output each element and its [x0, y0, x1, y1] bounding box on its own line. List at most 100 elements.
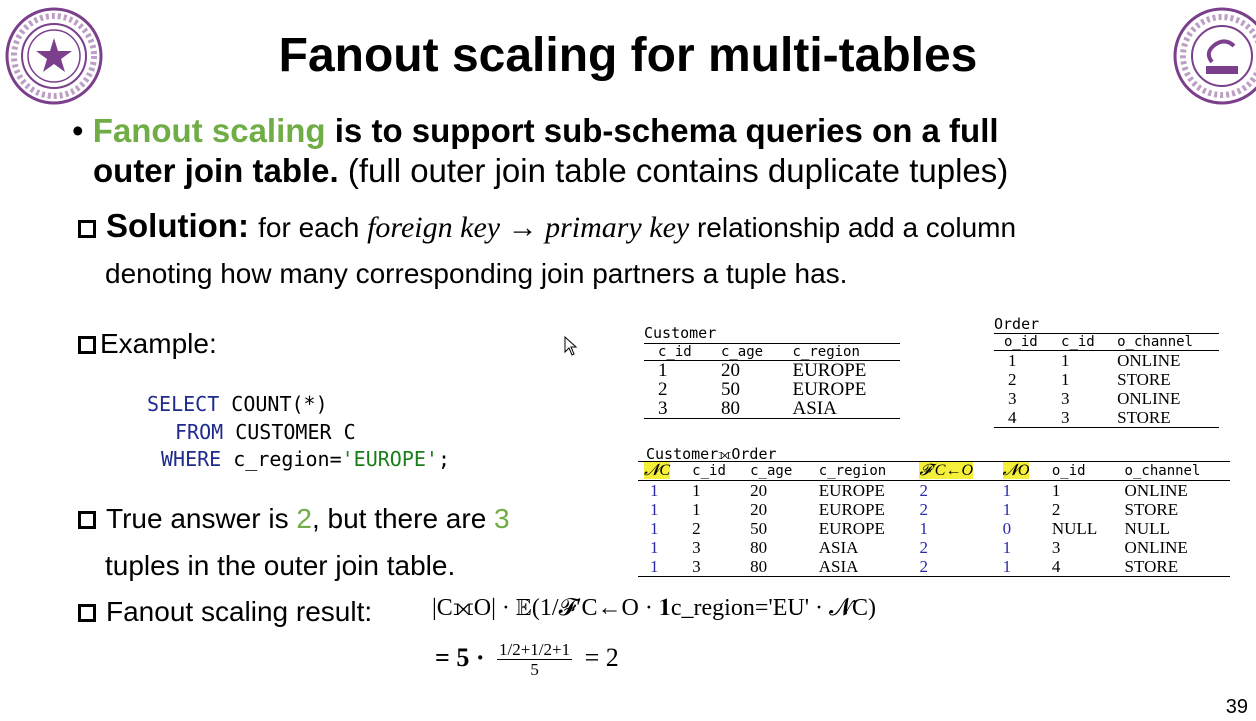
table-cell: NULL [1051, 519, 1098, 538]
table-cell: 1 [650, 481, 659, 500]
table-cell: STORE [1117, 370, 1171, 389]
table-cell: ASIA [792, 398, 837, 419]
table-cell: STORE [1124, 557, 1179, 576]
nc-header: 𝓝C [644, 462, 670, 479]
table-cell: 80 [750, 538, 768, 557]
table-cell: 3 [1061, 389, 1070, 408]
sql-text: CUSTOMER C [223, 420, 356, 444]
table-cell: EUROPE [792, 360, 867, 381]
column-header: o_channel [1118, 461, 1230, 481]
sql-text: c_region= [221, 447, 342, 471]
checkbox-square-icon [78, 604, 96, 622]
table-cell: 1 [650, 538, 659, 557]
table-cell: 3 [692, 557, 701, 576]
column-header: 𝓝O [996, 461, 1046, 481]
column-header: c_id [1055, 333, 1112, 351]
column-header: c_id [644, 343, 715, 361]
checkbox-square-icon [78, 220, 96, 238]
table-cell: 4 [1008, 408, 1017, 427]
table-cell: ONLINE [1117, 351, 1181, 370]
page-title: Fanout scaling for multi-tables [278, 29, 978, 82]
table-cell: 1 [692, 500, 701, 519]
sql-line-1: SELECT COUNT(*) [147, 392, 328, 416]
table-cell: 20 [720, 360, 740, 381]
table-cell: 1 [1002, 500, 1012, 519]
table-cell: 1 [919, 519, 928, 538]
table-row: 2 50 EUROPE [644, 380, 900, 399]
table-cell: STORE [1124, 500, 1179, 519]
column-header: c_age [744, 461, 813, 481]
table-cell: 2 [1051, 500, 1061, 519]
bullet-bold-text: is to support sub-schema queries on a fu… [325, 112, 999, 149]
fanout-scaling-highlight: Fanout scaling [92, 112, 326, 149]
customer-table-caption: Customer [644, 324, 717, 342]
table-cell: 3 [692, 538, 701, 557]
table-cell: 20 [750, 481, 768, 500]
sql-keyword: WHERE [161, 447, 222, 471]
true-answer-line2: tuples in the outer join table. [105, 550, 456, 581]
customer-table: c_id c_age c_region 1 20 EUROPE 2 50 EUROPE … [644, 343, 900, 419]
fanout-formula: |C⟗O| · 𝔼(1/𝓕′C←O · 𝟏c_region='EU' · 𝓝C) [432, 595, 877, 621]
solution-label: Solution: [106, 207, 249, 244]
table-cell: ONLINE [1124, 481, 1188, 500]
table-cell: EUROPE [792, 379, 867, 400]
table-cell: ASIA [818, 557, 859, 576]
column-header: 𝓕′C←O [913, 461, 997, 481]
table-cell: 1 [1061, 370, 1070, 389]
fraction-denominator: 5 [530, 660, 539, 679]
sql-keyword: SELECT [147, 392, 220, 416]
formula-result: = 2 [584, 642, 619, 672]
table-cell: 2 [658, 379, 668, 400]
table-row: 1 1 20 EUROPE 2 1 2 STORE [638, 500, 1230, 519]
solution-math: foreign key → primary key [367, 211, 690, 244]
example-line: Example: [78, 328, 217, 360]
bullet-dot: • [72, 112, 93, 149]
fanout-result-line: Fanout scaling result: [78, 596, 372, 628]
solution-line: Solution: for each foreign key → primary… [78, 207, 1016, 245]
table-cell: 1 [1002, 538, 1012, 557]
table-cell: EUROPE [818, 500, 885, 519]
checkbox-square-icon [78, 336, 96, 354]
formula-eq: = 5 · [435, 642, 485, 672]
table-cell: 2 [692, 519, 701, 538]
column-header: c_region [786, 343, 900, 361]
table-cell: 50 [720, 379, 740, 400]
table-cell: 20 [750, 500, 768, 519]
sql-keyword: FROM [175, 420, 224, 444]
checkbox-square-icon [78, 511, 96, 529]
column-header: c_region [812, 461, 914, 481]
table-cell: 2 [919, 538, 928, 557]
table-cell: 80 [750, 557, 768, 576]
order-table: o_id c_id o_channel 1 1 ONLINE 2 1 STORE 33O… [994, 333, 1219, 428]
table-cell: 1 [658, 360, 668, 381]
true-answer-text: , but there are [311, 503, 495, 534]
solution-text-before: for each [258, 212, 368, 243]
table-row: 3 80 ASIA [644, 399, 900, 419]
table-cell: EUROPE [818, 519, 885, 538]
table-cell: 50 [750, 519, 768, 538]
true-answer-count: 2 [296, 503, 312, 534]
table-row: 1 2 50 EUROPE 1 0 NULL NULL [638, 519, 1230, 538]
sql-string: 'EUROPE' [341, 447, 438, 471]
table-row: 1 1 20 EUROPE 2 1 1 ONLINE [638, 481, 1230, 501]
formula-fraction: 1/2+1/2+1 5 [497, 640, 573, 680]
true-answer-text: True answer is [106, 503, 297, 534]
table-cell: 1 [650, 519, 659, 538]
fanout-formula-result: = 5 · 1/2+1/2+1 5 = 2 [435, 640, 619, 680]
table-cell: 2 [1008, 370, 1017, 389]
fraction-numerator: 1/2+1/2+1 [497, 640, 573, 660]
table-cell: ONLINE [1117, 389, 1181, 408]
table-row: 1 3 80 ASIA 2 1 3 ONLINE [638, 538, 1230, 557]
table-cell: STORE [1117, 408, 1171, 427]
table-cell: 80 [720, 398, 740, 419]
table-cell: ASIA [818, 538, 859, 557]
table-cell: 2 [919, 557, 928, 576]
table-cell: 4 [1051, 557, 1061, 576]
column-header: o_id [1045, 461, 1119, 481]
solution-text-after: relationship add a column [689, 212, 1017, 243]
table-cell: 1 [1051, 481, 1061, 500]
table-cell: 2 [919, 500, 928, 519]
bullet-normal-line2: (full outer join table contains duplicat… [338, 152, 1009, 189]
column-header: c_id [686, 461, 745, 481]
table-cell: 1 [1002, 481, 1012, 500]
